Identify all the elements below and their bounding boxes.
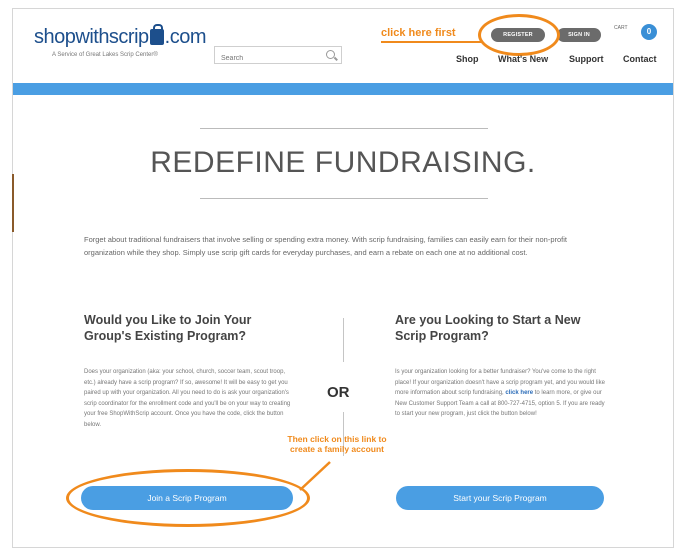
join-program-description: Does your organization (aka: your school…	[84, 369, 291, 428]
or-label: OR	[327, 384, 350, 401]
hero-title: REDEFINE FUNDRAISING.	[150, 146, 536, 179]
logo-text-left: shopwithscrip	[34, 26, 149, 48]
hero-rule-top	[200, 128, 488, 129]
start-program-description: Is your organization looking for a bette…	[395, 367, 607, 420]
annotation-click-first: click here first	[381, 27, 456, 39]
search-icon[interactable]	[326, 50, 335, 59]
cart-count-badge[interactable]: 0	[641, 24, 657, 40]
nav-whats-new[interactable]: What's New	[498, 54, 548, 64]
annotation-then-click: Then click on this link to create a fami…	[287, 434, 387, 454]
header-accent-bar	[13, 83, 673, 95]
nav-shop[interactable]: Shop	[456, 54, 479, 64]
site-logo[interactable]: shopwithscrip .com	[34, 24, 207, 49]
logo-tagline: A Service of Great Lakes Scrip Center®	[52, 52, 158, 58]
or-divider-line-top	[343, 318, 344, 362]
intro-paragraph: Forget about traditional fundraisers tha…	[84, 235, 568, 257]
hero-rule-bottom	[200, 198, 488, 199]
search-input[interactable]	[215, 50, 315, 67]
side-mark	[12, 174, 14, 232]
shopping-bag-icon	[149, 24, 164, 45]
nav-contact[interactable]: Contact	[623, 54, 657, 64]
search-box	[214, 46, 342, 67]
logo-text-right: .com	[164, 26, 207, 48]
annotation-underline	[381, 41, 481, 43]
join-program-heading: Would you Like to Join Your Group's Exis…	[84, 313, 252, 343]
start-program-heading: Are you Looking to Start a New Scrip Pro…	[395, 313, 581, 343]
nav-support[interactable]: Support	[569, 54, 604, 64]
cart-label: CART	[614, 25, 628, 31]
annotation-circle-join	[66, 469, 310, 527]
sign-in-button[interactable]: SIGN IN	[557, 28, 601, 42]
start-scrip-program-button[interactable]: Start your Scrip Program	[396, 486, 604, 510]
annotation-circle-register	[478, 14, 560, 56]
click-here-link[interactable]: click here	[505, 390, 533, 396]
